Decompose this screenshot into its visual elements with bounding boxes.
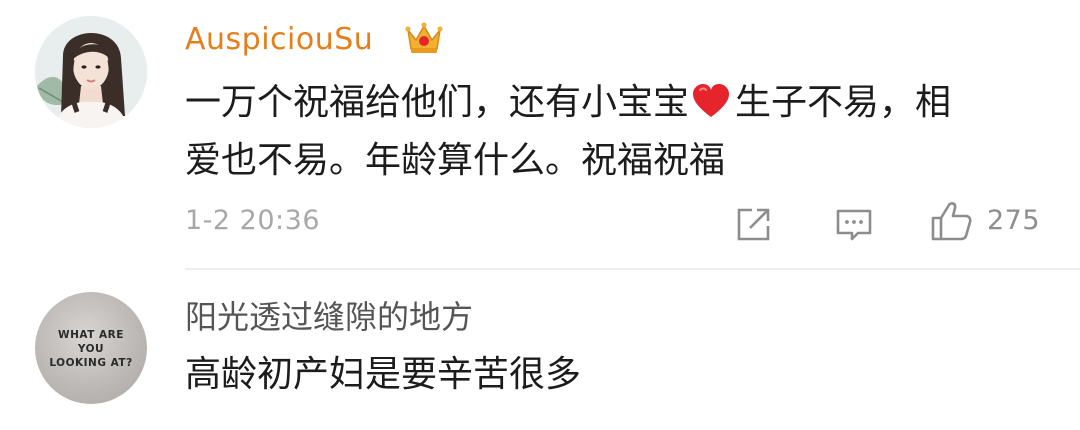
like-count: 275 xyxy=(987,205,1041,236)
avatar[interactable]: WHAT ARE YOU LOOKING AT? xyxy=(35,292,147,404)
avatar[interactable] xyxy=(35,16,147,128)
comment-timestamp: 1-2 20:36 xyxy=(185,205,320,236)
thumbs-up-icon[interactable] xyxy=(930,200,972,242)
comment-icon[interactable] xyxy=(835,208,873,242)
crown-icon xyxy=(405,22,443,53)
avatar-text: WHAT ARE YOU LOOKING AT? xyxy=(35,328,147,370)
share-icon[interactable] xyxy=(735,206,773,242)
red-heart-icon xyxy=(693,84,730,117)
comment-divider xyxy=(185,268,1080,270)
avatar-portrait-image xyxy=(35,16,147,128)
comment-thread: AuspiciouSu 一万个祝福给他们，还有小宝宝 生子不易，相 爱也不易。年龄… xyxy=(0,0,1080,430)
comment-text: 一万个祝福给他们，还有小宝宝 生子不易，相 xyxy=(185,76,951,130)
comment-text-segment: 生子不易，相 xyxy=(735,82,952,123)
comment-text-segment: 一万个祝福给他们，还有小宝宝 xyxy=(185,82,690,123)
avatar-text-line: WHAT ARE xyxy=(58,329,124,341)
comment-username[interactable]: 阳光透过缝隙的地方 xyxy=(185,299,473,335)
comment-text: 高龄初产妇是要辛苦很多 xyxy=(185,354,582,395)
comment-username-vip[interactable]: AuspiciouSu xyxy=(185,22,373,58)
avatar-text-line: YOU xyxy=(77,343,105,355)
comment-text-continued: 爱也不易。年龄算什么。祝福祝福 xyxy=(185,140,726,181)
avatar-text-line: LOOKING AT? xyxy=(49,357,133,369)
